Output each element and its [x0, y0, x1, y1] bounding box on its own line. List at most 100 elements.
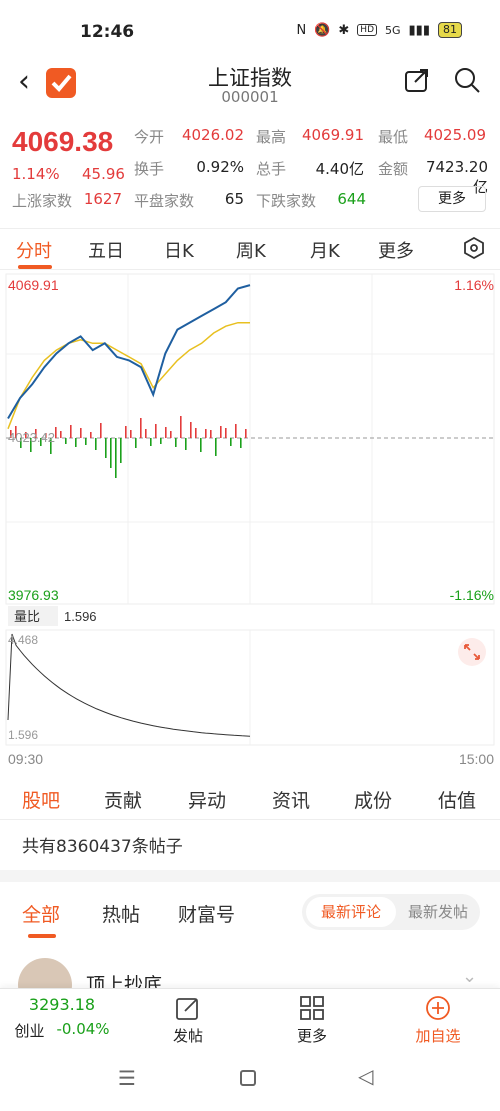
chart-top-price: 4069.91	[8, 277, 59, 293]
add-watchlist-button[interactable]: 加自选	[388, 995, 488, 1046]
sort-toggle: 最新评论 最新发帖	[302, 894, 480, 930]
time-end: 15:00	[459, 751, 494, 767]
feed-tab-all[interactable]: 全部	[22, 900, 60, 927]
section-divider	[0, 870, 500, 882]
tab-active-indicator	[18, 265, 52, 269]
down-count-value: 644	[337, 190, 366, 208]
more-button[interactable]: 更多	[262, 995, 362, 1046]
volume-bar	[145, 429, 147, 438]
tab-daily-k[interactable]: 日K	[164, 237, 194, 263]
tab-weekly-k[interactable]: 周K	[236, 237, 266, 263]
volume-bar	[215, 438, 217, 456]
feed-tab-fortune[interactable]: 财富号	[178, 900, 235, 927]
open-label: 今开	[134, 128, 165, 146]
sort-latest-post[interactable]: 最新发帖	[400, 897, 476, 927]
status-icons: N 🔕 ✱ HD 5G ▮▮▮ 81	[296, 22, 462, 38]
more-label: 更多	[296, 1027, 327, 1045]
volume-bar	[180, 416, 182, 438]
volume-bar	[95, 438, 97, 450]
menu-icon[interactable]: ☰	[118, 1066, 136, 1090]
tab-movement[interactable]: 异动	[188, 786, 226, 813]
settings-hexagon-icon[interactable]	[463, 237, 485, 259]
volume-bar	[165, 427, 167, 438]
volume-bar	[65, 438, 67, 444]
open-value: 4026.02	[181, 126, 244, 144]
chart-top-pct: 1.16%	[454, 277, 494, 293]
volume-bar	[55, 427, 57, 438]
volume-bar	[155, 424, 157, 438]
volume-bar	[235, 424, 237, 438]
volume-bar	[220, 426, 222, 438]
volume-bar	[120, 438, 122, 463]
back-nav-icon[interactable]: ◁	[358, 1064, 373, 1088]
volume-bar	[115, 438, 117, 478]
chart-mid-price: 4023.42	[8, 430, 55, 445]
ratio-min: 1.596	[8, 728, 38, 742]
volume-bar	[195, 428, 197, 438]
up-count-label: 上涨家数	[12, 192, 73, 210]
average-price-line	[7, 321, 250, 430]
current-price: 4069.38	[12, 126, 114, 157]
index-ticker[interactable]: 3293.18 创业 -0.04%	[12, 995, 112, 1041]
post-button[interactable]: 发帖	[138, 995, 238, 1046]
tab-five-day[interactable]: 五日	[88, 237, 124, 263]
tab-intraday[interactable]: 分时	[16, 237, 52, 263]
tab-contribution[interactable]: 贡献	[104, 786, 142, 813]
posts-count: 共有8360437条帖子	[22, 837, 183, 857]
post-label: 发帖	[172, 1027, 203, 1045]
volume-bar	[185, 438, 187, 450]
chevron-down-icon[interactable]: ⌄	[462, 966, 477, 987]
tab-valuation[interactable]: 估值	[438, 786, 476, 813]
volume-bar	[110, 438, 112, 468]
chart-tabs: 分时 五日 日K 周K 月K 更多	[0, 228, 500, 270]
volume-bar	[200, 438, 202, 452]
tab-components[interactable]: 成份	[354, 786, 392, 813]
sort-latest-comment[interactable]: 最新评论	[306, 897, 396, 927]
add-label: 加自选	[415, 1027, 461, 1045]
change-percent: 1.14%	[12, 165, 60, 183]
index-change: -0.04%	[56, 1020, 110, 1038]
search-icon[interactable]	[453, 66, 481, 94]
volume-bar	[100, 423, 102, 438]
volume-bar	[85, 438, 87, 445]
info-tabs: 股吧 贡献 异动 资讯 成份 估值	[0, 778, 500, 820]
ratio-max: 4.468	[8, 633, 38, 647]
volume-bar	[190, 422, 192, 438]
battery-icon: 81	[438, 22, 462, 38]
volume-bar	[60, 431, 62, 438]
bluetooth-icon: ✱	[338, 22, 350, 38]
home-icon[interactable]	[240, 1070, 256, 1086]
change-value: 45.96	[82, 165, 125, 183]
high-label: 最高	[256, 128, 287, 146]
expand-icon[interactable]	[458, 638, 486, 666]
low-value: 4025.09	[423, 126, 486, 144]
chart-bottom-price: 3976.93	[8, 587, 59, 603]
feed-tab-hot[interactable]: 热帖	[102, 900, 140, 927]
turnover-rate-label: 换手	[134, 160, 165, 178]
chart-bottom-pct: -1.16%	[450, 587, 494, 603]
tab-monthly-k[interactable]: 月K	[310, 237, 340, 263]
turnover-rate-value: 0.92%	[196, 158, 244, 176]
volume-bar	[150, 438, 152, 446]
tab-news[interactable]: 资讯	[272, 786, 310, 813]
down-count-label: 下跌家数	[256, 192, 317, 210]
volume-bar	[105, 438, 107, 458]
price-line	[7, 284, 251, 420]
volume-bar	[205, 429, 207, 438]
index-name: 创业	[14, 1022, 45, 1040]
app-header: ‹ 上证指数 000001	[0, 56, 500, 110]
tab-more[interactable]: 更多	[378, 237, 414, 263]
volume-value: 4.40亿	[315, 160, 364, 178]
tab-guba[interactable]: 股吧	[22, 786, 60, 813]
ratio-value: 1.596	[64, 609, 97, 624]
ratio-line	[7, 633, 251, 737]
amount-label: 金额	[378, 160, 409, 178]
intraday-chart[interactable]: 4069.91 1.16% 4023.42 3976.93 -1.16% 量比 …	[0, 270, 500, 770]
system-nav-bar: ☰ ◁	[0, 1050, 500, 1111]
bottom-action-bar: 3293.18 创业 -0.04% 发帖 更多 加自选	[0, 988, 500, 1050]
volume-bar	[240, 438, 242, 448]
more-quote-button[interactable]: 更多	[418, 186, 486, 212]
edit-icon	[176, 998, 198, 1020]
share-icon[interactable]	[403, 66, 431, 94]
mute-icon: 🔕	[314, 22, 331, 38]
